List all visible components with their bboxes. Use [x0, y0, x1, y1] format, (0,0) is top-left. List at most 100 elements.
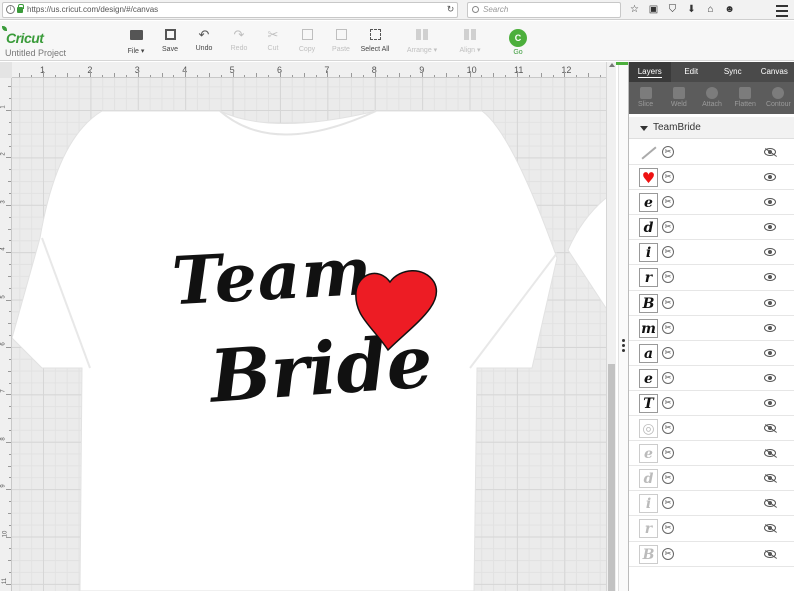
- cut-operation-icon[interactable]: ✂: [662, 447, 674, 460]
- eye-hidden-icon[interactable]: [764, 499, 776, 508]
- eye-hidden-icon[interactable]: [764, 474, 776, 483]
- layer-row[interactable]: T ✂: [629, 391, 794, 417]
- panel-resize-handle[interactable]: [618, 62, 628, 591]
- layer-row[interactable]: i ✂: [629, 240, 794, 266]
- layer-row[interactable]: ◎ ✂: [629, 416, 794, 442]
- tab-sync[interactable]: Sync: [712, 62, 754, 82]
- line-icon[interactable]: [639, 143, 658, 162]
- layer-thumbnail[interactable]: d: [639, 469, 658, 489]
- cut-operation-icon[interactable]: ✂: [662, 547, 674, 560]
- eye-hidden-icon[interactable]: [764, 424, 776, 433]
- layer-row[interactable]: e ✂: [629, 441, 794, 467]
- align-button[interactable]: Align ▾: [452, 28, 488, 54]
- cricut-logo[interactable]: Cricut: [6, 30, 44, 46]
- layer-row[interactable]: ✂: [629, 140, 794, 166]
- design-text-team[interactable]: Team: [170, 232, 374, 320]
- paste-button[interactable]: Paste: [323, 28, 359, 53]
- eye-icon[interactable]: [764, 373, 776, 382]
- layer-row[interactable]: B ✂: [629, 291, 794, 316]
- select-all-button[interactable]: Select All: [357, 28, 393, 53]
- address-bar[interactable]: i https://us.cricut.com/design/#/canvas: [2, 2, 458, 18]
- cut-button[interactable]: ✂ Cut: [255, 28, 291, 53]
- layer-row[interactable]: r ✂: [629, 516, 794, 542]
- cut-operation-icon[interactable]: ✂: [662, 472, 674, 485]
- eye-hidden-icon[interactable]: [764, 524, 776, 533]
- cut-operation-icon[interactable]: ✂: [662, 371, 674, 384]
- cut-operation-icon[interactable]: ✂: [662, 221, 674, 234]
- layer-thumbnail[interactable]: i: [639, 494, 658, 514]
- layer-thumbnail[interactable]: B: [639, 293, 658, 313]
- cut-operation-icon[interactable]: ✂: [662, 271, 674, 284]
- redo-button[interactable]: ↷ Redo: [221, 28, 257, 53]
- cut-operation-icon[interactable]: ✂: [662, 396, 674, 409]
- ring-icon[interactable]: ◎: [639, 419, 658, 439]
- layer-thumbnail[interactable]: T: [639, 393, 658, 413]
- eye-icon[interactable]: [764, 198, 776, 207]
- layer-row[interactable]: e ✂: [629, 190, 794, 216]
- arrange-button[interactable]: Arrange ▾: [404, 28, 440, 54]
- layer-thumbnail[interactable]: e: [639, 368, 658, 388]
- copy-button[interactable]: Copy: [289, 28, 325, 53]
- layer-thumbnail[interactable]: r: [639, 519, 658, 539]
- layer-row[interactable]: e ✂: [629, 366, 794, 391]
- eye-hidden-icon[interactable]: [764, 549, 776, 558]
- layer-thumbnail[interactable]: i: [639, 243, 658, 263]
- eye-icon[interactable]: [764, 173, 776, 182]
- scroll-up-arrow-icon[interactable]: [609, 63, 615, 67]
- file-button[interactable]: File ▾: [118, 28, 154, 55]
- star-icon[interactable]: ☆: [628, 2, 641, 18]
- layer-thumbnail[interactable]: a: [639, 343, 658, 363]
- cut-operation-icon[interactable]: ✂: [662, 497, 674, 510]
- eye-icon[interactable]: [764, 223, 776, 232]
- eye-icon[interactable]: [764, 398, 776, 407]
- layer-row[interactable]: a ✂: [629, 341, 794, 366]
- layer-row[interactable]: d ✂: [629, 466, 794, 492]
- layer-thumbnail[interactable]: e: [639, 444, 658, 464]
- layer-row[interactable]: r ✂: [629, 265, 794, 291]
- canvas-vertical-scrollbar[interactable]: [606, 62, 616, 591]
- scroll-thumb[interactable]: [608, 364, 615, 591]
- layer-group-header[interactable]: TeamBride: [629, 117, 794, 139]
- slice-button[interactable]: Slice: [629, 82, 662, 114]
- design-canvas[interactable]: Team Bride: [12, 78, 606, 591]
- layer-row[interactable]: B ✂: [629, 542, 794, 567]
- layer-thumbnail[interactable]: m: [639, 318, 658, 338]
- flatten-button[interactable]: Flatten: [729, 82, 762, 114]
- eye-hidden-icon[interactable]: [764, 148, 776, 156]
- pocket-icon[interactable]: ⛉: [666, 2, 679, 18]
- attach-button[interactable]: Attach: [695, 82, 728, 114]
- cut-operation-icon[interactable]: ✂: [662, 246, 674, 259]
- undo-button[interactable]: ↶ Undo: [186, 28, 222, 53]
- layer-thumbnail[interactable]: d: [639, 218, 658, 238]
- layer-thumbnail[interactable]: B: [639, 544, 658, 564]
- eye-icon[interactable]: [764, 273, 776, 282]
- layer-thumbnail[interactable]: r: [639, 268, 658, 288]
- cut-operation-icon[interactable]: ✂: [662, 522, 674, 535]
- download-icon[interactable]: ⬇: [685, 2, 698, 18]
- cut-operation-icon[interactable]: ✂: [662, 196, 674, 209]
- weld-button[interactable]: Weld: [662, 82, 695, 114]
- eye-hidden-icon[interactable]: [764, 449, 776, 458]
- tab-canvas[interactable]: Canvas: [754, 62, 794, 82]
- cut-operation-icon[interactable]: ✂: [662, 171, 674, 184]
- layer-row[interactable]: d ✂: [629, 215, 794, 241]
- collapse-triangle-icon[interactable]: [640, 126, 648, 131]
- cut-operation-icon[interactable]: ✂: [662, 346, 674, 359]
- go-button[interactable]: C Go: [508, 29, 528, 56]
- contour-button[interactable]: Contour: [762, 82, 794, 114]
- layer-thumbnail[interactable]: e: [639, 193, 658, 213]
- design-heart[interactable]: [352, 268, 440, 352]
- tab-layers[interactable]: Layers: [629, 62, 671, 82]
- cut-operation-icon[interactable]: ✂: [662, 422, 674, 435]
- project-name[interactable]: Untitled Project: [5, 48, 66, 58]
- eye-icon[interactable]: [764, 348, 776, 357]
- eye-icon[interactable]: [764, 298, 776, 307]
- layer-row[interactable]: i ✂: [629, 491, 794, 517]
- eye-icon[interactable]: [764, 248, 776, 257]
- save-button[interactable]: Save: [152, 28, 188, 53]
- cut-operation-icon[interactable]: ✂: [662, 146, 674, 158]
- layer-row[interactable]: ♥ ✂: [629, 165, 794, 191]
- home-icon[interactable]: ⌂: [704, 2, 717, 18]
- eye-icon[interactable]: [764, 323, 776, 332]
- cut-operation-icon[interactable]: ✂: [662, 296, 674, 309]
